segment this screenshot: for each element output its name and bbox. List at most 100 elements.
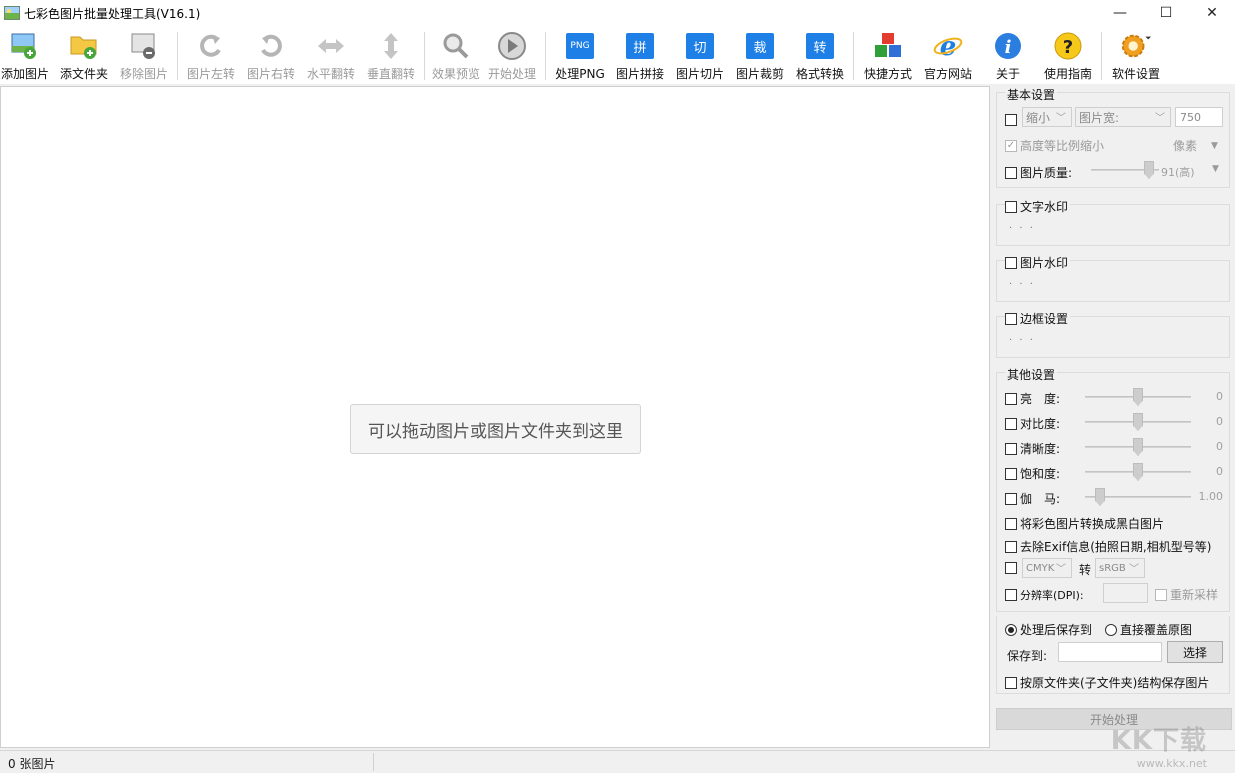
website-button[interactable]: e 官方网站 bbox=[922, 30, 974, 82]
chevron-down-icon[interactable]: ▼ bbox=[1212, 164, 1219, 174]
gamma-value: 1.00 bbox=[1198, 490, 1224, 503]
text-watermark-checkbox[interactable] bbox=[1005, 200, 1017, 213]
flip-vertical-button[interactable]: 垂直翻转 bbox=[365, 30, 417, 82]
start-toolbar-button[interactable]: 开始处理 bbox=[486, 30, 538, 82]
resize-mode-value: 缩小 bbox=[1026, 110, 1051, 125]
remove-image-label: 移除图片 bbox=[119, 67, 168, 81]
resize-mode-select[interactable]: 缩小 ﹀ bbox=[1022, 107, 1072, 127]
about-button[interactable]: i 关于 bbox=[982, 30, 1034, 82]
window-controls: — ☐ ✕ bbox=[1097, 0, 1235, 26]
svg-text:i: i bbox=[1005, 37, 1012, 58]
color-convert-checkbox[interactable] bbox=[1005, 562, 1017, 574]
color-to-value: sRGB bbox=[1099, 562, 1126, 574]
save-path-label: 保存到: bbox=[1007, 649, 1048, 663]
brightness-checkbox[interactable] bbox=[1005, 392, 1017, 405]
settings-button[interactable]: 软件设置 bbox=[1108, 30, 1164, 82]
unit-select[interactable]: 像素 ▼ bbox=[1173, 137, 1218, 154]
image-list-drop-area[interactable]: 可以拖动图片或图片文件夹到这里 bbox=[0, 86, 990, 748]
browse-button[interactable]: 选择 bbox=[1167, 641, 1223, 663]
chevron-down-icon: ﹀ bbox=[1129, 564, 1139, 575]
crop-button[interactable]: 裁 图片裁剪 bbox=[734, 30, 786, 82]
basic-settings-title: 基本设置 bbox=[1005, 86, 1058, 103]
rotate-right-icon bbox=[255, 30, 287, 62]
add-folder-button[interactable]: 添文件夹 bbox=[58, 30, 110, 82]
preview-label: 效果预览 bbox=[431, 67, 480, 81]
format-convert-label: 格式转换 bbox=[795, 67, 844, 81]
stitch-button[interactable]: 拼 图片拼接 bbox=[614, 30, 666, 82]
quality-slider[interactable] bbox=[1091, 160, 1159, 180]
save-to-radio[interactable] bbox=[1005, 623, 1017, 636]
preview-button[interactable]: 效果预览 bbox=[430, 30, 482, 82]
flip-vertical-icon bbox=[375, 30, 407, 62]
color-from-select[interactable]: CMYK ﹀ bbox=[1022, 558, 1072, 578]
status-bar: 0 张图片 bbox=[0, 750, 1235, 773]
dpi-checkbox[interactable] bbox=[1005, 589, 1017, 601]
sharpness-slider-thumb[interactable] bbox=[1133, 438, 1143, 456]
site-watermark-url: www.kkx.net bbox=[1136, 757, 1207, 770]
toolbar-separator bbox=[545, 32, 546, 80]
ie-browser-icon: e bbox=[932, 30, 964, 62]
saturation-slider-thumb[interactable] bbox=[1133, 463, 1143, 481]
play-icon bbox=[496, 30, 528, 62]
png-icon: PNG bbox=[566, 33, 594, 59]
color-from-value: CMYK bbox=[1026, 562, 1055, 574]
size-input[interactable]: 750 bbox=[1175, 107, 1223, 127]
border-checkbox[interactable] bbox=[1005, 312, 1017, 325]
image-watermark-checkbox[interactable] bbox=[1005, 256, 1017, 269]
flip-horizontal-button[interactable]: 水平翻转 bbox=[305, 30, 357, 82]
brightness-slider[interactable] bbox=[1085, 387, 1191, 407]
gamma-slider-thumb[interactable] bbox=[1095, 488, 1105, 506]
saturation-slider[interactable] bbox=[1085, 462, 1191, 482]
process-png-button[interactable]: PNG 处理PNG bbox=[554, 30, 606, 82]
sharpness-checkbox[interactable] bbox=[1005, 442, 1017, 455]
slice-button[interactable]: 切 图片切片 bbox=[674, 30, 726, 82]
guide-button[interactable]: ? 使用指南 bbox=[1042, 30, 1094, 82]
saturation-label: 饱和度: bbox=[1020, 467, 1061, 481]
dimension-select[interactable]: 图片宽: ﹀ bbox=[1075, 107, 1171, 127]
folder-add-icon bbox=[68, 30, 100, 62]
text-watermark-label: 文字水印 bbox=[1020, 200, 1069, 214]
gamma-checkbox[interactable] bbox=[1005, 492, 1017, 505]
add-image-button[interactable]: 添加图片 bbox=[0, 30, 50, 82]
sharpness-slider[interactable] bbox=[1085, 437, 1191, 457]
save-path-input[interactable] bbox=[1058, 642, 1162, 662]
maximize-icon[interactable]: ☐ bbox=[1143, 0, 1189, 26]
keep-structure-checkbox[interactable] bbox=[1005, 676, 1017, 689]
saturation-checkbox[interactable] bbox=[1005, 467, 1017, 480]
contrast-slider[interactable] bbox=[1085, 412, 1191, 432]
contrast-checkbox[interactable] bbox=[1005, 417, 1017, 430]
dpi-input[interactable] bbox=[1103, 583, 1148, 603]
sharpness-label: 清晰度: bbox=[1020, 442, 1061, 456]
remove-image-button[interactable]: 移除图片 bbox=[118, 30, 170, 82]
overwrite-radio[interactable] bbox=[1105, 623, 1117, 636]
gamma-slider[interactable] bbox=[1085, 487, 1191, 507]
shortcut-button[interactable]: 快捷方式 bbox=[862, 30, 914, 82]
brightness-slider-thumb[interactable] bbox=[1133, 388, 1143, 406]
quality-value: 91(高) bbox=[1161, 166, 1195, 179]
minimize-icon[interactable]: — bbox=[1097, 0, 1143, 26]
image-watermark-more[interactable]: · · · bbox=[1009, 279, 1035, 290]
magnifier-icon bbox=[440, 30, 472, 62]
close-icon[interactable]: ✕ bbox=[1189, 0, 1235, 26]
resample-checkbox[interactable] bbox=[1155, 588, 1167, 601]
grayscale-checkbox[interactable] bbox=[1005, 517, 1017, 530]
rotate-right-button[interactable]: 图片右转 bbox=[245, 30, 297, 82]
contrast-slider-thumb[interactable] bbox=[1133, 413, 1143, 431]
quality-slider-thumb[interactable] bbox=[1144, 161, 1154, 179]
color-to-select[interactable]: sRGB ﹀ bbox=[1095, 558, 1145, 578]
format-convert-button[interactable]: 转 格式转换 bbox=[794, 30, 846, 82]
resize-checkbox[interactable] bbox=[1005, 114, 1017, 126]
remove-exif-checkbox[interactable] bbox=[1005, 540, 1017, 553]
keep-ratio-checkbox[interactable]: ✓ bbox=[1005, 139, 1017, 152]
brightness-value: 0 bbox=[1216, 390, 1223, 403]
text-watermark-more[interactable]: · · · bbox=[1009, 223, 1035, 234]
shortcut-label: 快捷方式 bbox=[863, 67, 912, 81]
border-more[interactable]: · · · bbox=[1009, 335, 1035, 346]
keep-structure-label: 按原文件夹(子文件夹)结构保存图片 bbox=[1020, 676, 1210, 690]
quality-checkbox[interactable] bbox=[1005, 166, 1017, 179]
info-icon: i bbox=[992, 30, 1024, 62]
border-settings-group: 边框设置 · · · bbox=[996, 310, 1230, 358]
rotate-left-button[interactable]: 图片左转 bbox=[185, 30, 237, 82]
toolbar-separator bbox=[853, 32, 854, 80]
dpi-label: 分辨率(DPI): bbox=[1020, 589, 1084, 602]
